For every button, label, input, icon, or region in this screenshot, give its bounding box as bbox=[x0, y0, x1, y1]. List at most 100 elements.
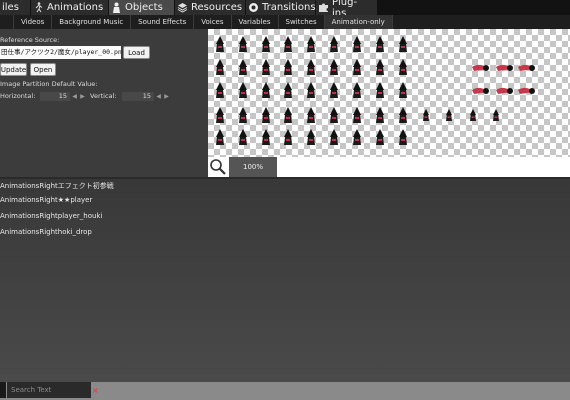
sprite-frame bbox=[496, 64, 513, 71]
tab-videos[interactable]: Videos bbox=[14, 15, 53, 29]
sprite-frame bbox=[307, 129, 315, 145]
update-button[interactable]: Update bbox=[0, 63, 27, 76]
sprite-frame bbox=[262, 107, 270, 123]
sprite-frame bbox=[284, 36, 292, 52]
horizontal-label: Horizontal: bbox=[0, 92, 36, 100]
sprite-frame bbox=[399, 129, 407, 145]
sprite-frame bbox=[284, 107, 292, 123]
tab-animations[interactable]: Animations bbox=[31, 0, 109, 15]
sprite-frame bbox=[353, 82, 361, 98]
tab-plugins[interactable]: Plug-ins bbox=[316, 0, 378, 19]
object-silhouette-icon bbox=[111, 2, 122, 13]
sprite-frame bbox=[262, 36, 270, 52]
sprite-frame bbox=[446, 109, 452, 121]
tab-resources[interactable]: Resources bbox=[175, 0, 246, 15]
reference-settings-panel: Reference Source: 田仕事/アクツク2/魔女/player_00… bbox=[0, 29, 208, 177]
vertical-decrease-icon[interactable]: ◀ bbox=[155, 92, 162, 101]
list-item[interactable]: AnimationsRight★★player bbox=[0, 196, 92, 204]
sprite-frame bbox=[307, 82, 315, 98]
search-input[interactable]: Search Text bbox=[7, 382, 91, 398]
running-figure-icon bbox=[33, 2, 44, 13]
sprite-frame bbox=[330, 36, 338, 52]
sprite-sheet-preview[interactable] bbox=[208, 29, 570, 157]
open-button[interactable]: Open bbox=[30, 63, 56, 76]
sprite-frame bbox=[216, 59, 224, 75]
list-item[interactable]: AnimationsRightplayer_houki bbox=[0, 212, 102, 220]
sprite-frame bbox=[353, 129, 361, 145]
sprite-frame bbox=[493, 109, 499, 121]
sprite-frame bbox=[307, 107, 315, 123]
sprite-frame bbox=[330, 107, 338, 123]
sprite-frame bbox=[239, 36, 247, 52]
sprite-frame bbox=[423, 109, 429, 121]
magnifier-icon[interactable] bbox=[209, 158, 227, 176]
sprite-frame bbox=[284, 82, 292, 98]
partition-label: Image Partition Default Value: bbox=[0, 80, 98, 88]
tab-background-music[interactable]: Background Music bbox=[52, 15, 132, 29]
tab-transitions-label: Transitions bbox=[262, 2, 316, 13]
horizontal-value-field[interactable]: 15 bbox=[40, 92, 70, 101]
sprite-frame bbox=[239, 59, 247, 75]
tab-switches[interactable]: Switches bbox=[279, 15, 325, 29]
list-item[interactable]: AnimationsRighthoki_drop bbox=[0, 228, 92, 236]
reference-path-field[interactable]: 田仕事/アクツク2/魔女/player_00.png bbox=[0, 46, 121, 59]
tab-sound-effects[interactable]: Sound Effects bbox=[131, 15, 195, 29]
sprite-frame bbox=[262, 129, 270, 145]
tab-objects[interactable]: Objects bbox=[109, 0, 175, 15]
tab-resources-label: Resources bbox=[191, 2, 243, 13]
sprite-frame bbox=[376, 129, 384, 145]
sprite-frame bbox=[376, 82, 384, 98]
tab-transitions[interactable]: Transitions bbox=[246, 0, 316, 15]
tab-files[interactable]: iles bbox=[0, 0, 31, 15]
sprite-frame bbox=[399, 36, 407, 52]
horizontal-increase-icon[interactable]: ▶ bbox=[79, 92, 86, 101]
sprite-frame bbox=[376, 36, 384, 52]
tab-objects-label: Objects bbox=[125, 2, 163, 13]
sprite-frame bbox=[239, 82, 247, 98]
tab-voices[interactable]: Voices bbox=[194, 15, 232, 29]
sprite-frame bbox=[216, 129, 224, 145]
stack-icon bbox=[177, 2, 188, 13]
sprite-sheet-image bbox=[216, 36, 535, 145]
sprite-frame bbox=[518, 64, 535, 71]
sprite-frame bbox=[216, 36, 224, 52]
sub-tab-spacer bbox=[0, 15, 14, 29]
sprite-frame bbox=[262, 59, 270, 75]
horizontal-decrease-icon[interactable]: ◀ bbox=[71, 92, 78, 101]
sprite-frame bbox=[518, 87, 535, 94]
sprite-frame bbox=[472, 64, 489, 71]
sprite-frame bbox=[472, 87, 489, 94]
load-button[interactable]: Load bbox=[123, 46, 150, 59]
zoom-level[interactable]: 100% bbox=[229, 157, 277, 177]
list-item[interactable]: AnimationsRightエフェクト初参戦 bbox=[0, 181, 114, 191]
animation-list: AnimationsRightエフェクト初参戦 AnimationsRight★… bbox=[0, 179, 570, 382]
puzzle-icon bbox=[318, 2, 329, 13]
sprite-frame bbox=[330, 82, 338, 98]
tab-files-label: iles bbox=[2, 2, 19, 13]
vertical-value-field[interactable]: 15 bbox=[122, 92, 154, 101]
sprite-frame bbox=[353, 36, 361, 52]
sprite-frame bbox=[399, 59, 407, 75]
transition-icon bbox=[248, 2, 259, 13]
sprite-frame bbox=[262, 82, 270, 98]
sprite-frame bbox=[239, 129, 247, 145]
tab-variables[interactable]: Variables bbox=[232, 15, 279, 29]
sprite-frame bbox=[307, 36, 315, 52]
main-tab-bar: iles Animations Objects Resources Transi… bbox=[0, 0, 570, 19]
sprite-frame bbox=[216, 107, 224, 123]
bottom-left-handle bbox=[0, 382, 6, 398]
sprite-frame bbox=[376, 107, 384, 123]
sprite-frame bbox=[284, 59, 292, 75]
vertical-increase-icon[interactable]: ▶ bbox=[163, 92, 170, 101]
sprite-frame bbox=[284, 129, 292, 145]
sprite-frame bbox=[399, 82, 407, 98]
sprite-frame bbox=[399, 107, 407, 123]
sprite-frame bbox=[307, 59, 315, 75]
sprite-frame bbox=[353, 59, 361, 75]
sprite-frame bbox=[330, 59, 338, 75]
tab-animation-only[interactable]: Animation-only bbox=[324, 15, 393, 29]
sprite-frame bbox=[216, 82, 224, 98]
sprite-frame bbox=[376, 59, 384, 75]
clear-search-icon[interactable]: × bbox=[92, 387, 99, 395]
vertical-label: Vertical: bbox=[90, 92, 117, 100]
